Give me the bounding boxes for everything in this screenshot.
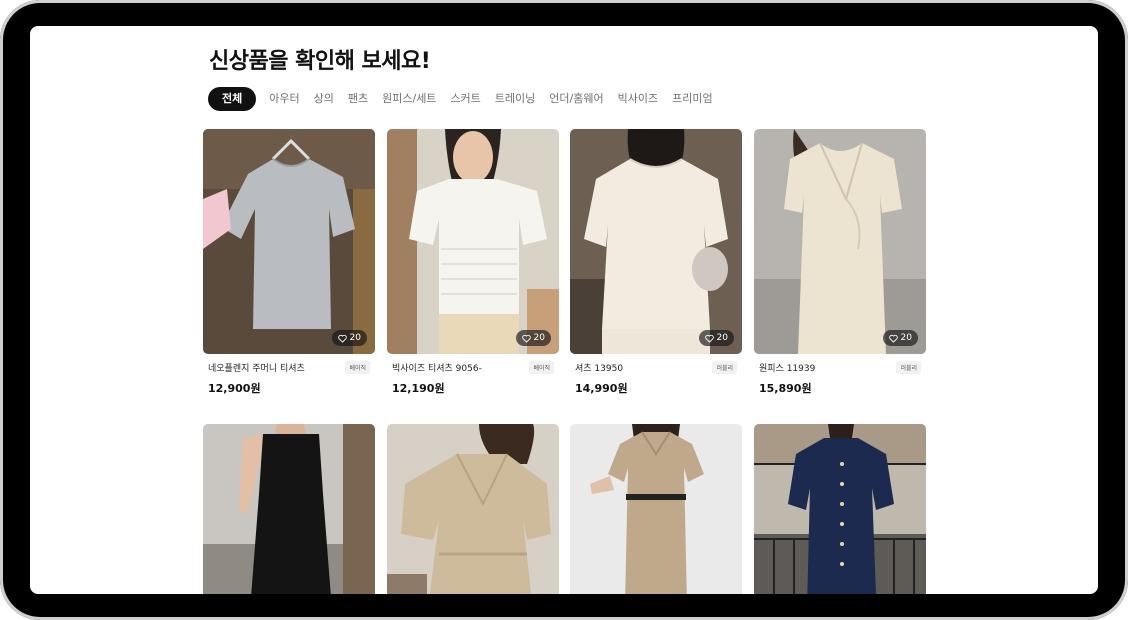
product-image-white-lace-top[interactable]: 20 bbox=[387, 129, 559, 354]
tab-all[interactable]: 전체 bbox=[208, 87, 257, 111]
tab-premium[interactable]: 프리미엄 bbox=[672, 87, 712, 111]
product-name[interactable]: 네오플렌지 주머니 티셔츠 bbox=[208, 361, 305, 374]
tab-top[interactable]: 상의 bbox=[314, 87, 334, 111]
screen: 신상품을 확인해 보세요! 전체 아우터 상의 팬츠 원피스/세트 스커트 트레… bbox=[30, 26, 1098, 594]
product-image-khaki-belted-shirt-dress[interactable] bbox=[570, 424, 742, 594]
product-card[interactable]: 20 원피스 11939 러블리 15,890원 bbox=[754, 129, 926, 396]
product-name[interactable]: 셔츠 13950 bbox=[575, 361, 623, 374]
product-price: 15,890원 bbox=[759, 382, 812, 395]
product-name[interactable]: 빅사이즈 티셔츠 9056- bbox=[392, 361, 482, 374]
product-image-beige-wrap-dress[interactable]: 20 bbox=[754, 129, 926, 354]
product-card[interactable]: 20 셔츠 13950 러블리 14,990원 bbox=[570, 129, 742, 396]
product-card[interactable]: 20 네오플렌지 주머니 티셔츠 베이직 12,900원 bbox=[203, 129, 375, 396]
tab-under-homewear[interactable]: 언더/홈웨어 bbox=[549, 87, 603, 111]
style-tag: 베이직 bbox=[345, 361, 370, 374]
like-count: 20 bbox=[533, 333, 545, 343]
product-name[interactable]: 원피스 11939 bbox=[759, 361, 815, 374]
tab-pants[interactable]: 팬츠 bbox=[348, 87, 368, 111]
product-image-gray-tshirt[interactable]: 20 bbox=[203, 129, 375, 354]
product-price: 12,190원 bbox=[392, 382, 445, 395]
tablet-frame: 신상품을 확인해 보세요! 전체 아우터 상의 팬츠 원피스/세트 스커트 트레… bbox=[0, 0, 1128, 620]
product-image-beige-tie-dress[interactable] bbox=[387, 424, 559, 594]
product-card[interactable]: 20 빅사이즈 티셔츠 9056- 베이직 12,190원 bbox=[387, 129, 559, 396]
category-tabs: 전체 아우터 상의 팬츠 원피스/세트 스커트 트레이닝 언더/홈웨어 빅사이즈… bbox=[208, 87, 727, 111]
product-price: 14,990원 bbox=[575, 382, 628, 395]
heart-icon bbox=[521, 334, 531, 343]
tab-skirt[interactable]: 스커트 bbox=[450, 87, 480, 111]
heart-icon bbox=[704, 334, 714, 343]
product-card[interactable] bbox=[203, 424, 375, 594]
tab-outer[interactable]: 아우터 bbox=[269, 87, 299, 111]
heart-icon bbox=[337, 334, 347, 343]
style-tag: 러블리 bbox=[896, 361, 921, 374]
style-tag: 베이직 bbox=[529, 361, 554, 374]
product-card[interactable] bbox=[387, 424, 559, 594]
like-count: 20 bbox=[716, 333, 728, 343]
heart-icon bbox=[888, 334, 898, 343]
product-card[interactable] bbox=[754, 424, 926, 594]
like-badge[interactable]: 20 bbox=[698, 330, 734, 346]
product-price: 12,900원 bbox=[208, 382, 261, 395]
product-image-black-sleeveless-dress[interactable] bbox=[203, 424, 375, 594]
product-image-cream-blouse[interactable]: 20 bbox=[570, 129, 742, 354]
page-title: 신상품을 확인해 보세요! bbox=[209, 49, 431, 74]
tab-onepiece-set[interactable]: 원피스/세트 bbox=[382, 87, 436, 111]
style-tag: 러블리 bbox=[712, 361, 737, 374]
tab-training[interactable]: 트레이닝 bbox=[495, 87, 535, 111]
product-image-navy-button-dress[interactable] bbox=[754, 424, 926, 594]
like-badge[interactable]: 20 bbox=[882, 330, 918, 346]
product-card[interactable] bbox=[570, 424, 742, 594]
like-count: 20 bbox=[900, 333, 912, 343]
tab-big-size[interactable]: 빅사이즈 bbox=[618, 87, 658, 111]
like-badge[interactable]: 20 bbox=[515, 330, 551, 346]
like-badge[interactable]: 20 bbox=[331, 330, 367, 346]
like-count: 20 bbox=[349, 333, 361, 343]
